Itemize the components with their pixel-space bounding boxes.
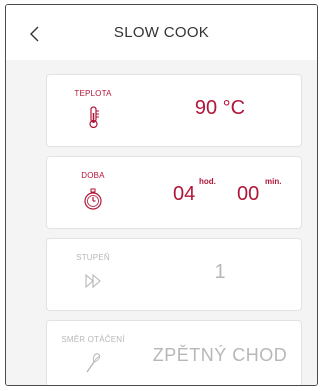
time-hours: 04	[173, 183, 196, 205]
temperature-label: TEPLOTA	[74, 89, 112, 98]
page-title: SLOW COOK	[113, 24, 210, 41]
thermometer-icon	[89, 106, 99, 129]
level-card: STUPEŇ 1	[46, 238, 302, 311]
header: SLOW COOK	[6, 5, 317, 60]
level-label: STUPEŇ	[76, 253, 110, 262]
fast-forward-icon	[85, 273, 101, 289]
time-card[interactable]: DOBA 04 hod. 00 min.	[46, 156, 302, 229]
level-value: 1	[214, 261, 226, 283]
temperature-value: 90 °C	[194, 97, 246, 119]
stopwatch-icon	[84, 188, 102, 210]
whisk-icon	[86, 353, 101, 373]
settings-panel: TEPLOTA 90 °C DOBA 04 hod. 00 min. STUPE…	[6, 60, 317, 385]
app-window: SLOW COOK TEPLOTA 90 °C DOBA 04 hod. 00 …	[5, 4, 318, 386]
time-value: 04 hod. 00 min.	[173, 177, 293, 211]
time-minutes: 00	[237, 183, 260, 205]
direction-card: SMĚR OTÁČENÍ ZPĚTNÝ CHOD	[46, 320, 302, 385]
time-minutes-unit: min.	[265, 177, 282, 186]
time-hours-unit: hod.	[199, 177, 216, 186]
temperature-card[interactable]: TEPLOTA 90 °C	[46, 74, 302, 147]
direction-label: SMĚR OTÁČENÍ	[61, 335, 125, 344]
direction-value: ZPĚTNÝ CHOD	[152, 345, 288, 365]
time-label: DOBA	[81, 171, 105, 180]
